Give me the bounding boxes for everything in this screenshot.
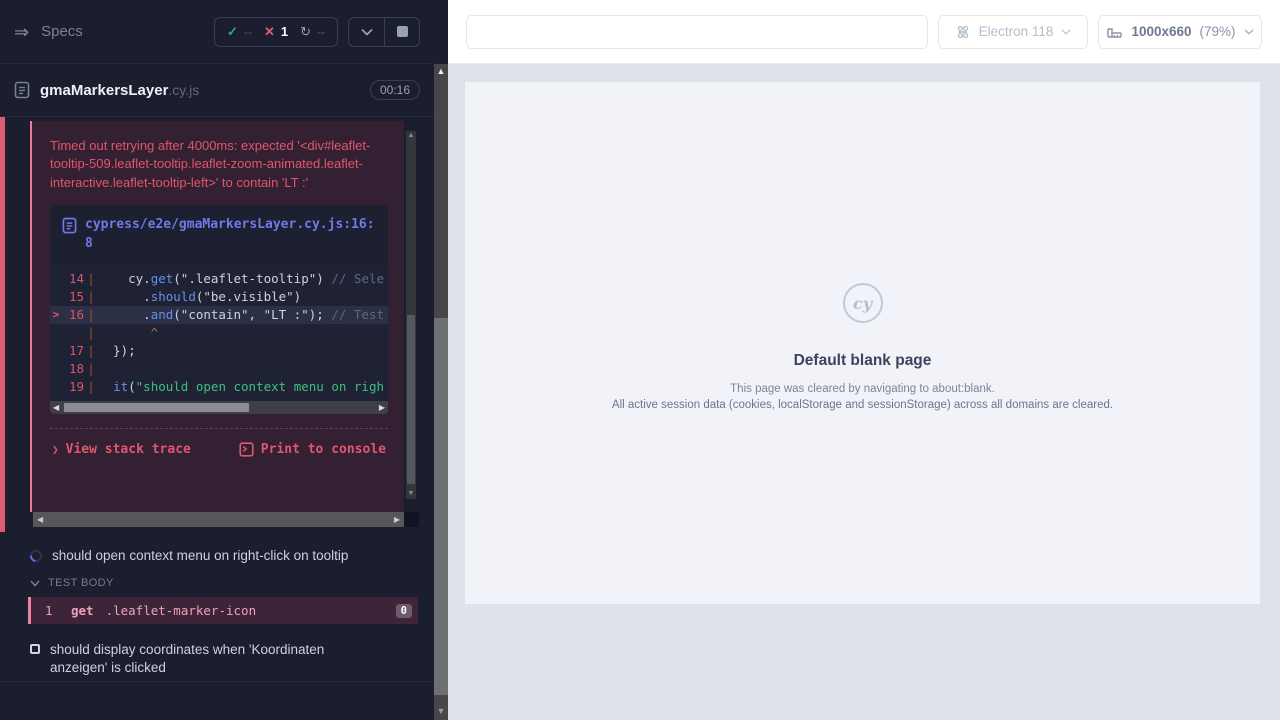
code-line: 18| <box>50 360 388 378</box>
run-controls <box>348 17 420 47</box>
blank-page-title: Default blank page <box>794 352 932 370</box>
divider <box>0 681 434 682</box>
reporter-scrollbar[interactable]: ▲ ▼ <box>434 64 448 720</box>
code-frame: cypress/e2e/gmaMarkersLayer.cy.js:16:8 1… <box>50 205 388 414</box>
code-line: 17| }); <box>50 342 388 360</box>
blank-page-session-note: All active session data (cookies, localS… <box>612 399 1113 411</box>
browser-label: Electron 118 <box>979 24 1054 39</box>
aut-viewport: cy Default blank page This page was clea… <box>465 82 1260 604</box>
scroll-right-icon[interactable]: ▶ <box>379 404 385 412</box>
code-line: 14| cy.get(".leaflet-tooltip") // Sele <box>50 270 388 288</box>
chevron-down-icon <box>1244 29 1254 35</box>
code-line: | ^ <box>50 324 388 342</box>
browser-stage: Electron 118 1000x660 (79%) <box>448 0 1280 720</box>
code-lines: 14| cy.get(".leaflet-tooltip") // Sele15… <box>50 263 388 401</box>
spec-duration-badge: 00:16 <box>370 80 420 100</box>
cypress-logo: cy <box>843 283 883 323</box>
error-actions: ❯ View stack trace Print to console <box>50 429 388 457</box>
stage-background: cy Default blank page This page was clea… <box>448 64 1280 720</box>
viewport-size-button[interactable]: 1000x660 (79%) <box>1098 15 1262 49</box>
scrollbar-thumb[interactable] <box>434 318 448 695</box>
spec-file-icon <box>14 81 30 99</box>
electron-icon <box>955 24 971 40</box>
failed-attempt-region: Timed out retrying after 4000ms: expecte… <box>0 117 434 538</box>
passed-count: -- <box>244 25 252 39</box>
stat-pending: ↻ -- <box>300 24 325 40</box>
test-stats: ✓ -- ✕ 1 ↻ -- <box>214 17 338 47</box>
specs-header: ⇒ Specs ✓ -- ✕ 1 ↻ -- <box>0 0 434 64</box>
print-to-console-button[interactable]: Print to console <box>239 442 386 457</box>
failed-count: 1 <box>281 24 288 39</box>
restart-icon: ↻ <box>300 24 311 40</box>
spec-extension: .cy.js <box>168 82 199 98</box>
stat-failed: ✕ 1 <box>264 24 288 40</box>
chevron-right-icon: ❯ <box>52 443 59 456</box>
specs-toggle-icon[interactable]: ⇒ <box>14 23 29 41</box>
fail-indicator-bar <box>0 117 5 532</box>
scroll-up-icon[interactable]: ▲ <box>406 131 416 141</box>
cross-icon: ✕ <box>264 24 275 40</box>
stop-icon <box>397 26 408 37</box>
reporter-sidebar: ⇒ Specs ✓ -- ✕ 1 ↻ -- <box>0 0 434 720</box>
command-selector: .leaflet-marker-icon <box>106 603 257 618</box>
scrollbar-corner <box>404 512 419 527</box>
viewport-size-label: 1000x660 <box>1131 24 1191 39</box>
error-panel: Timed out retrying after 4000ms: expecte… <box>30 121 404 512</box>
viewport-scale-label: (79%) <box>1200 24 1236 39</box>
command-number: 1 <box>45 603 71 618</box>
pending-test-icon <box>30 644 40 654</box>
cypress-app: ⇒ Specs ✓ -- ✕ 1 ↻ -- <box>0 0 1280 720</box>
scrollbar-thumb[interactable] <box>64 403 249 412</box>
scroll-left-icon[interactable]: ◀ <box>53 404 59 412</box>
scrollbar-thumb[interactable] <box>407 315 415 484</box>
stat-passed: ✓ -- <box>227 24 252 40</box>
code-line: 19| it("should open context menu on righ <box>50 378 388 396</box>
command-count-badge: 0 <box>396 604 412 618</box>
console-icon <box>239 442 254 457</box>
url-input[interactable] <box>467 16 927 48</box>
scroll-left-icon[interactable]: ◀ <box>37 516 43 524</box>
spinner-icon <box>28 548 45 565</box>
blank-page-description: This page was cleared by navigating to a… <box>730 383 995 395</box>
chevron-down-icon <box>30 580 40 587</box>
test-body-header[interactable]: TEST BODY <box>0 577 434 589</box>
test-list: should open context menu on right-click … <box>0 538 434 678</box>
test-title: should open context menu on right-click … <box>52 547 348 565</box>
test-item-pending[interactable]: should display coordinates when 'Koordin… <box>0 641 434 677</box>
spec-file-row[interactable]: gmaMarkersLayer.cy.js 00:16 <box>0 64 434 117</box>
address-bar[interactable] <box>466 15 928 49</box>
spec-name: gmaMarkersLayer.cy.js <box>40 82 199 99</box>
view-stack-trace-button[interactable]: ❯ View stack trace <box>52 442 191 457</box>
file-icon <box>62 217 77 234</box>
code-line: >16| .and("contain", "LT :"); // Test <box>50 306 388 324</box>
error-message: Timed out retrying after 4000ms: expecte… <box>50 137 388 192</box>
collapse-all-button[interactable] <box>349 18 384 46</box>
attempt-horizontal-scrollbar[interactable]: ◀ ▶ <box>33 512 404 527</box>
code-line: 15| .should("be.visible") <box>50 288 388 306</box>
test-title: should display coordinates when 'Koordin… <box>50 641 378 677</box>
error-vertical-scrollbar[interactable]: ▲ ▼ <box>406 131 416 499</box>
chevron-down-icon <box>1061 29 1071 35</box>
ruler-icon <box>1106 25 1123 39</box>
scroll-down-icon[interactable]: ▼ <box>406 489 416 499</box>
scroll-up-icon[interactable]: ▲ <box>434 64 448 78</box>
error-location-link[interactable]: cypress/e2e/gmaMarkersLayer.cy.js:16:8 <box>85 216 376 254</box>
scroll-right-icon[interactable]: ▶ <box>394 516 400 524</box>
command-log-row[interactable]: 1 get .leaflet-marker-icon 0 <box>28 597 418 624</box>
browser-toolbar: Electron 118 1000x660 (79%) <box>448 0 1280 64</box>
specs-title: Specs <box>41 23 83 40</box>
pending-count: -- <box>317 25 325 39</box>
browser-select[interactable]: Electron 118 <box>938 15 1088 49</box>
code-horizontal-scrollbar[interactable]: ◀ ▶ <box>50 401 388 414</box>
scroll-down-icon[interactable]: ▼ <box>434 704 448 718</box>
command-method: get <box>71 603 94 618</box>
code-frame-header[interactable]: cypress/e2e/gmaMarkersLayer.cy.js:16:8 <box>50 205 388 263</box>
test-body-label: TEST BODY <box>48 577 114 589</box>
chevron-down-icon <box>361 28 373 36</box>
check-icon: ✓ <box>227 24 238 40</box>
stop-button[interactable] <box>384 18 419 46</box>
test-item-running[interactable]: should open context menu on right-click … <box>0 538 434 565</box>
